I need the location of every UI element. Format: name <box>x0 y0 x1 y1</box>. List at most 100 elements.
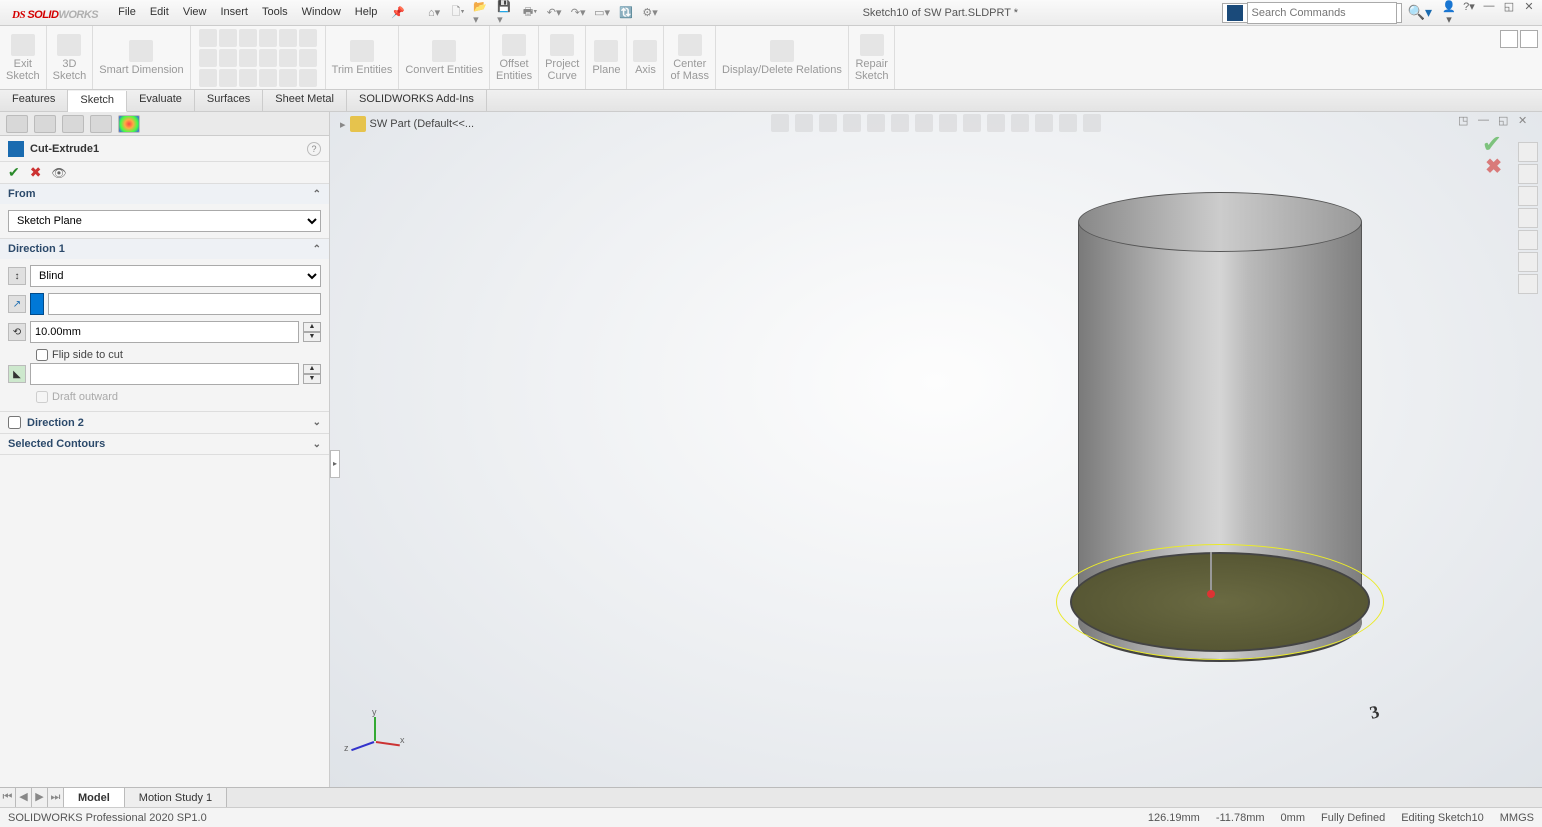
breadcrumb-part[interactable]: SW Part (Default<<... <box>370 118 475 130</box>
menu-tools[interactable]: Tools <box>262 6 288 19</box>
pm-end-condition-select[interactable]: Blind <box>30 265 321 287</box>
pm-tab-config-icon[interactable] <box>62 115 84 133</box>
qa-rebuild-icon[interactable]: 🔃 <box>617 4 635 22</box>
tp-appearances-icon[interactable] <box>1518 252 1538 272</box>
pm-preview-icon[interactable]: 👁 <box>51 166 66 180</box>
hu-display-style-icon[interactable] <box>891 114 909 132</box>
tp-custom-props-icon[interactable] <box>1518 274 1538 294</box>
ribbon-more-icon[interactable] <box>1520 30 1538 48</box>
qa-undo-icon[interactable]: ↶▾ <box>545 4 563 22</box>
draft-icon[interactable]: ◣ <box>8 365 26 383</box>
tp-view-palette-icon[interactable] <box>1518 230 1538 250</box>
hu-apply-scene-icon[interactable] <box>963 114 981 132</box>
pm-tab-property-icon[interactable] <box>34 115 56 133</box>
ribbon-axis[interactable]: Axis <box>627 26 664 89</box>
hu-prev-view-icon[interactable] <box>819 114 837 132</box>
menu-window[interactable]: Window <box>302 6 341 19</box>
hu-more3-icon[interactable] <box>1059 114 1077 132</box>
ribbon-project[interactable]: Project Curve <box>539 26 586 89</box>
login-icon[interactable]: 👤▾ <box>1442 0 1456 26</box>
hu-more4-icon[interactable] <box>1083 114 1101 132</box>
qa-redo-icon[interactable]: ↷▾ <box>569 4 587 22</box>
pm-tab-dimxpert-icon[interactable] <box>90 115 112 133</box>
bottom-tab-model[interactable]: Model <box>64 788 125 807</box>
vp-max-icon[interactable]: ◱ <box>1498 114 1512 128</box>
tab-sketch[interactable]: Sketch <box>68 91 127 112</box>
btab-prev-icon[interactable]: ◀ <box>16 788 32 807</box>
tab-evaluate[interactable]: Evaluate <box>127 90 195 111</box>
tp-resources-icon[interactable] <box>1518 164 1538 184</box>
pm-help-icon[interactable]: ? <box>307 142 321 156</box>
extrude-arrow-icon[interactable] <box>1210 552 1212 592</box>
spinner-down-icon[interactable]: ▼ <box>303 374 321 384</box>
search-icon[interactable]: 🔍▾ <box>1408 4 1432 21</box>
ribbon-expand-icon[interactable] <box>1500 30 1518 48</box>
pm-selc-header[interactable]: Selected Contours⌄ <box>0 434 329 454</box>
breadcrumb-expand-icon[interactable]: ▸ <box>340 118 346 131</box>
vp-popout-icon[interactable]: ◳ <box>1458 114 1472 128</box>
qa-open-icon[interactable]: 📂▾ <box>473 4 491 22</box>
minimize-icon[interactable]: — <box>1482 0 1496 26</box>
hu-edit-appearance-icon[interactable] <box>939 114 957 132</box>
tp-file-explorer-icon[interactable] <box>1518 208 1538 228</box>
qa-print-icon[interactable]: 🖶▾ <box>521 4 539 22</box>
pm-draft-input[interactable] <box>30 363 299 385</box>
depth-spinner[interactable]: ▲▼ <box>303 322 321 342</box>
bottom-tab-motion[interactable]: Motion Study 1 <box>125 788 227 807</box>
pm-ok-icon[interactable]: ✔ <box>8 164 20 181</box>
close-icon[interactable]: ✕ <box>1522 0 1536 26</box>
pm-dir1-header[interactable]: Direction 1⌃ <box>0 239 329 259</box>
search-input[interactable] <box>1247 2 1397 24</box>
menu-help[interactable]: Help <box>355 6 378 19</box>
qa-options-icon[interactable]: ⚙▾ <box>641 4 659 22</box>
menu-insert[interactable]: Insert <box>220 6 248 19</box>
spinner-up-icon[interactable]: ▲ <box>303 322 321 332</box>
ribbon-sketch-tools[interactable] <box>191 26 326 89</box>
dir2-enable-checkbox[interactable] <box>8 416 21 429</box>
hu-more1-icon[interactable] <box>1011 114 1029 132</box>
ribbon-display-delete[interactable]: Display/Delete Relations <box>716 26 849 89</box>
pm-tab-appearance-icon[interactable] <box>118 115 140 133</box>
ribbon-plane[interactable]: Plane <box>586 26 627 89</box>
hu-section-icon[interactable] <box>843 114 861 132</box>
qa-home-icon[interactable]: ⌂▾ <box>425 4 443 22</box>
btab-first-icon[interactable]: ⏮ <box>0 788 16 807</box>
vp-min-icon[interactable]: — <box>1478 114 1492 128</box>
hu-view-settings-icon[interactable] <box>987 114 1005 132</box>
status-units[interactable]: MMGS <box>1500 812 1534 824</box>
vp-close-icon[interactable]: ✕ <box>1518 114 1532 128</box>
pm-direction-input[interactable] <box>48 293 321 315</box>
ribbon-exit-sketch[interactable]: Exit Sketch <box>0 26 47 89</box>
tab-features[interactable]: Features <box>0 90 68 111</box>
graphics-viewport[interactable]: ▸ SW Part (Default<<... ◳ — ◱ ✕ ✔ <box>330 112 1542 787</box>
flip-side-checkbox[interactable]: Flip side to cut <box>36 349 321 361</box>
pm-depth-input[interactable] <box>30 321 299 343</box>
search-commands-box[interactable] <box>1222 3 1402 23</box>
help-icon[interactable]: ?▾ <box>1462 0 1476 26</box>
sketch-circle[interactable] <box>1056 544 1384 660</box>
spinner-up-icon[interactable]: ▲ <box>303 364 321 374</box>
btab-last-icon[interactable]: ⏭ <box>48 788 64 807</box>
qa-select-icon[interactable]: ▭▾ <box>593 4 611 22</box>
restore-icon[interactable]: ◱ <box>1502 0 1516 26</box>
cylinder-top-face[interactable] <box>1078 192 1362 252</box>
tab-sheetmetal[interactable]: Sheet Metal <box>263 90 347 111</box>
hu-hide-show-icon[interactable] <box>915 114 933 132</box>
qa-save-icon[interactable]: 💾▾ <box>497 4 515 22</box>
menu-pin-icon[interactable]: 📌 <box>391 6 405 19</box>
selection-focus[interactable] <box>30 293 44 315</box>
btab-next-icon[interactable]: ▶ <box>32 788 48 807</box>
ribbon-offset[interactable]: Offset Entities <box>490 26 539 89</box>
tab-surfaces[interactable]: Surfaces <box>195 90 263 111</box>
menu-file[interactable]: File <box>118 6 136 19</box>
direction-vector-icon[interactable]: ↗ <box>8 295 26 313</box>
model-cylinder[interactable]: 3 <box>1070 192 1370 662</box>
hu-view-orient-icon[interactable] <box>867 114 885 132</box>
cancel-feature-icon[interactable]: ✖ <box>1485 154 1502 179</box>
pm-from-header[interactable]: From⌃ <box>0 184 329 204</box>
menu-edit[interactable]: Edit <box>150 6 169 19</box>
pm-tab-feature-icon[interactable] <box>6 115 28 133</box>
menu-view[interactable]: View <box>183 6 207 19</box>
hu-more2-icon[interactable] <box>1035 114 1053 132</box>
pm-dir2-header[interactable]: Direction 2⌄ <box>0 412 329 433</box>
